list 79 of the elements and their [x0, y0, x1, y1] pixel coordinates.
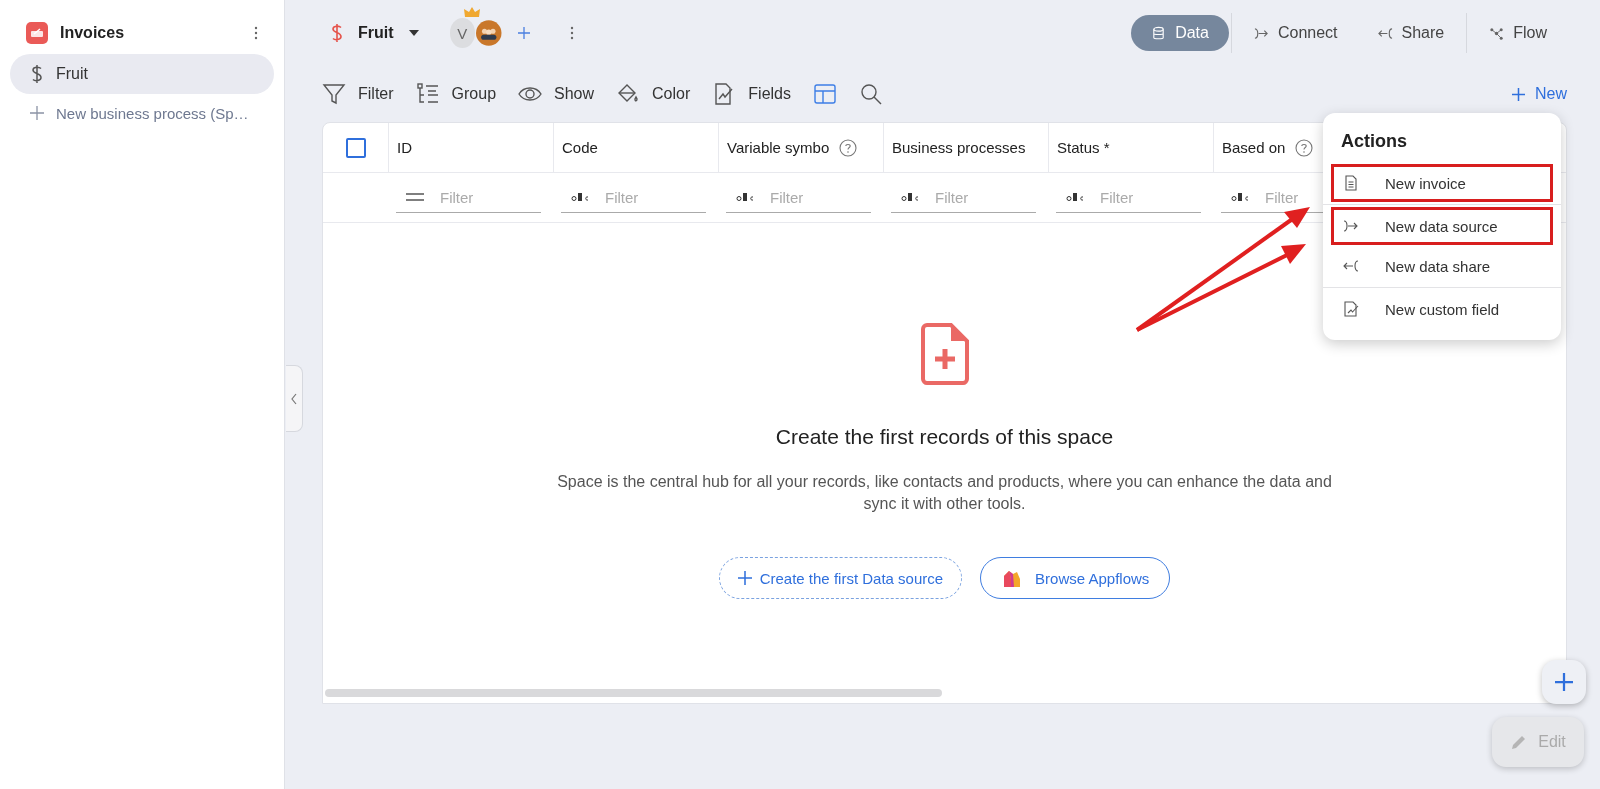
- filter-field[interactable]: Filter: [1056, 182, 1201, 213]
- app-title: Invoices: [60, 24, 126, 42]
- filter-input[interactable]: Filter: [1100, 188, 1180, 206]
- add-button[interactable]: [1542, 660, 1586, 704]
- dollar-icon: [330, 22, 344, 44]
- column-header[interactable]: Status *: [1057, 139, 1110, 156]
- add-member-icon[interactable]: [517, 27, 530, 39]
- column-header[interactable]: Based on: [1222, 139, 1286, 156]
- space-switcher[interactable]: Fruit: [322, 22, 420, 44]
- view-tab[interactable]: Flow: [1469, 15, 1567, 51]
- layout-button[interactable]: [813, 82, 837, 106]
- new-button[interactable]: New: [1512, 85, 1567, 103]
- toolbar-button[interactable]: Group: [415, 82, 497, 106]
- layout-icon: [813, 82, 837, 106]
- database-icon: [1151, 25, 1167, 41]
- column-header[interactable]: ID: [397, 139, 412, 156]
- menu-item[interactable]: New custom field: [1331, 290, 1553, 328]
- menu-title: Actions: [1340, 131, 1408, 153]
- view-tab[interactable]: Data: [1131, 15, 1229, 51]
- text-type-icon: [1231, 192, 1249, 202]
- sidebar-item[interactable]: Fruit: [10, 54, 274, 94]
- arrow-icon: [1377, 25, 1393, 41]
- arrow-icon: [1343, 218, 1359, 234]
- search-icon: [859, 82, 883, 106]
- new-process-link[interactable]: New business process (Sp…: [10, 94, 274, 132]
- dollar-icon: [30, 63, 44, 85]
- filter-input[interactable]: Filter: [440, 188, 520, 206]
- view-tab[interactable]: Share: [1357, 15, 1465, 51]
- filter-field[interactable]: Filter: [891, 182, 1036, 213]
- search-button[interactable]: [859, 82, 883, 106]
- list-icon: [415, 82, 440, 106]
- filter-field[interactable]: Filter: [561, 182, 706, 213]
- toolbar-button[interactable]: Color: [616, 82, 691, 106]
- select-all-checkbox[interactable]: [345, 137, 366, 158]
- menu-item[interactable]: New data share: [1331, 247, 1553, 285]
- plus-icon: [30, 106, 44, 120]
- text-type-icon: [901, 192, 919, 202]
- browse-appflows-button[interactable]: Browse Appflows: [980, 557, 1171, 599]
- empty-state-description: Space is the central hub for all your records, like contacts and products, where you can enhance the data and sync it with other tools.: [556, 472, 1333, 514]
- caret-icon: [407, 29, 420, 37]
- filter-field[interactable]: Filter: [396, 182, 541, 213]
- toolbar-button[interactable]: Show: [518, 82, 595, 106]
- plus-icon: [1555, 673, 1573, 691]
- app-logo-icon: [26, 22, 48, 44]
- arrow-icon: [1253, 25, 1269, 41]
- crown-icon: [463, 7, 480, 18]
- lines-icon: [406, 192, 424, 202]
- user-avatar[interactable]: V: [449, 18, 476, 48]
- arrow-icon: [1343, 258, 1359, 274]
- document-icon: [1343, 301, 1359, 317]
- toolbar-button[interactable]: Fields: [712, 82, 791, 106]
- filter-field[interactable]: Filter: [726, 182, 871, 213]
- text-type-icon: [736, 192, 754, 202]
- create-data-source-button[interactable]: Create the first Data source: [718, 557, 963, 599]
- view-tab[interactable]: Connect: [1233, 15, 1358, 51]
- empty-state-title: Create the first records of this space: [775, 425, 1114, 449]
- nodes-icon: [1489, 25, 1505, 41]
- column-header[interactable]: Variable symbo: [727, 139, 830, 156]
- column-header[interactable]: Code: [562, 139, 598, 156]
- text-type-icon: [571, 192, 589, 202]
- collapse-sidebar-handle[interactable]: [286, 365, 303, 432]
- chevron-left-icon: [291, 392, 297, 405]
- filter-icon: [322, 82, 346, 106]
- add-document-icon: [920, 323, 969, 385]
- toolbar-button[interactable]: Filter: [322, 82, 394, 106]
- help-icon[interactable]: [1295, 138, 1314, 157]
- help-icon[interactable]: [839, 138, 858, 157]
- more-icon[interactable]: [254, 26, 258, 40]
- filter-input[interactable]: Filter: [935, 188, 1015, 206]
- plus-icon: [737, 571, 752, 585]
- filter-input[interactable]: Filter: [770, 188, 850, 206]
- text-type-icon: [1066, 192, 1084, 202]
- filter-input[interactable]: Filter: [605, 188, 685, 206]
- team-avatar-icon[interactable]: [476, 18, 502, 48]
- document-icon: [1343, 175, 1359, 191]
- more-icon[interactable]: [569, 26, 574, 40]
- plus-icon: [1512, 87, 1525, 101]
- scrollbar-thumb[interactable]: [325, 689, 942, 697]
- column-header[interactable]: Business processes: [892, 139, 1026, 156]
